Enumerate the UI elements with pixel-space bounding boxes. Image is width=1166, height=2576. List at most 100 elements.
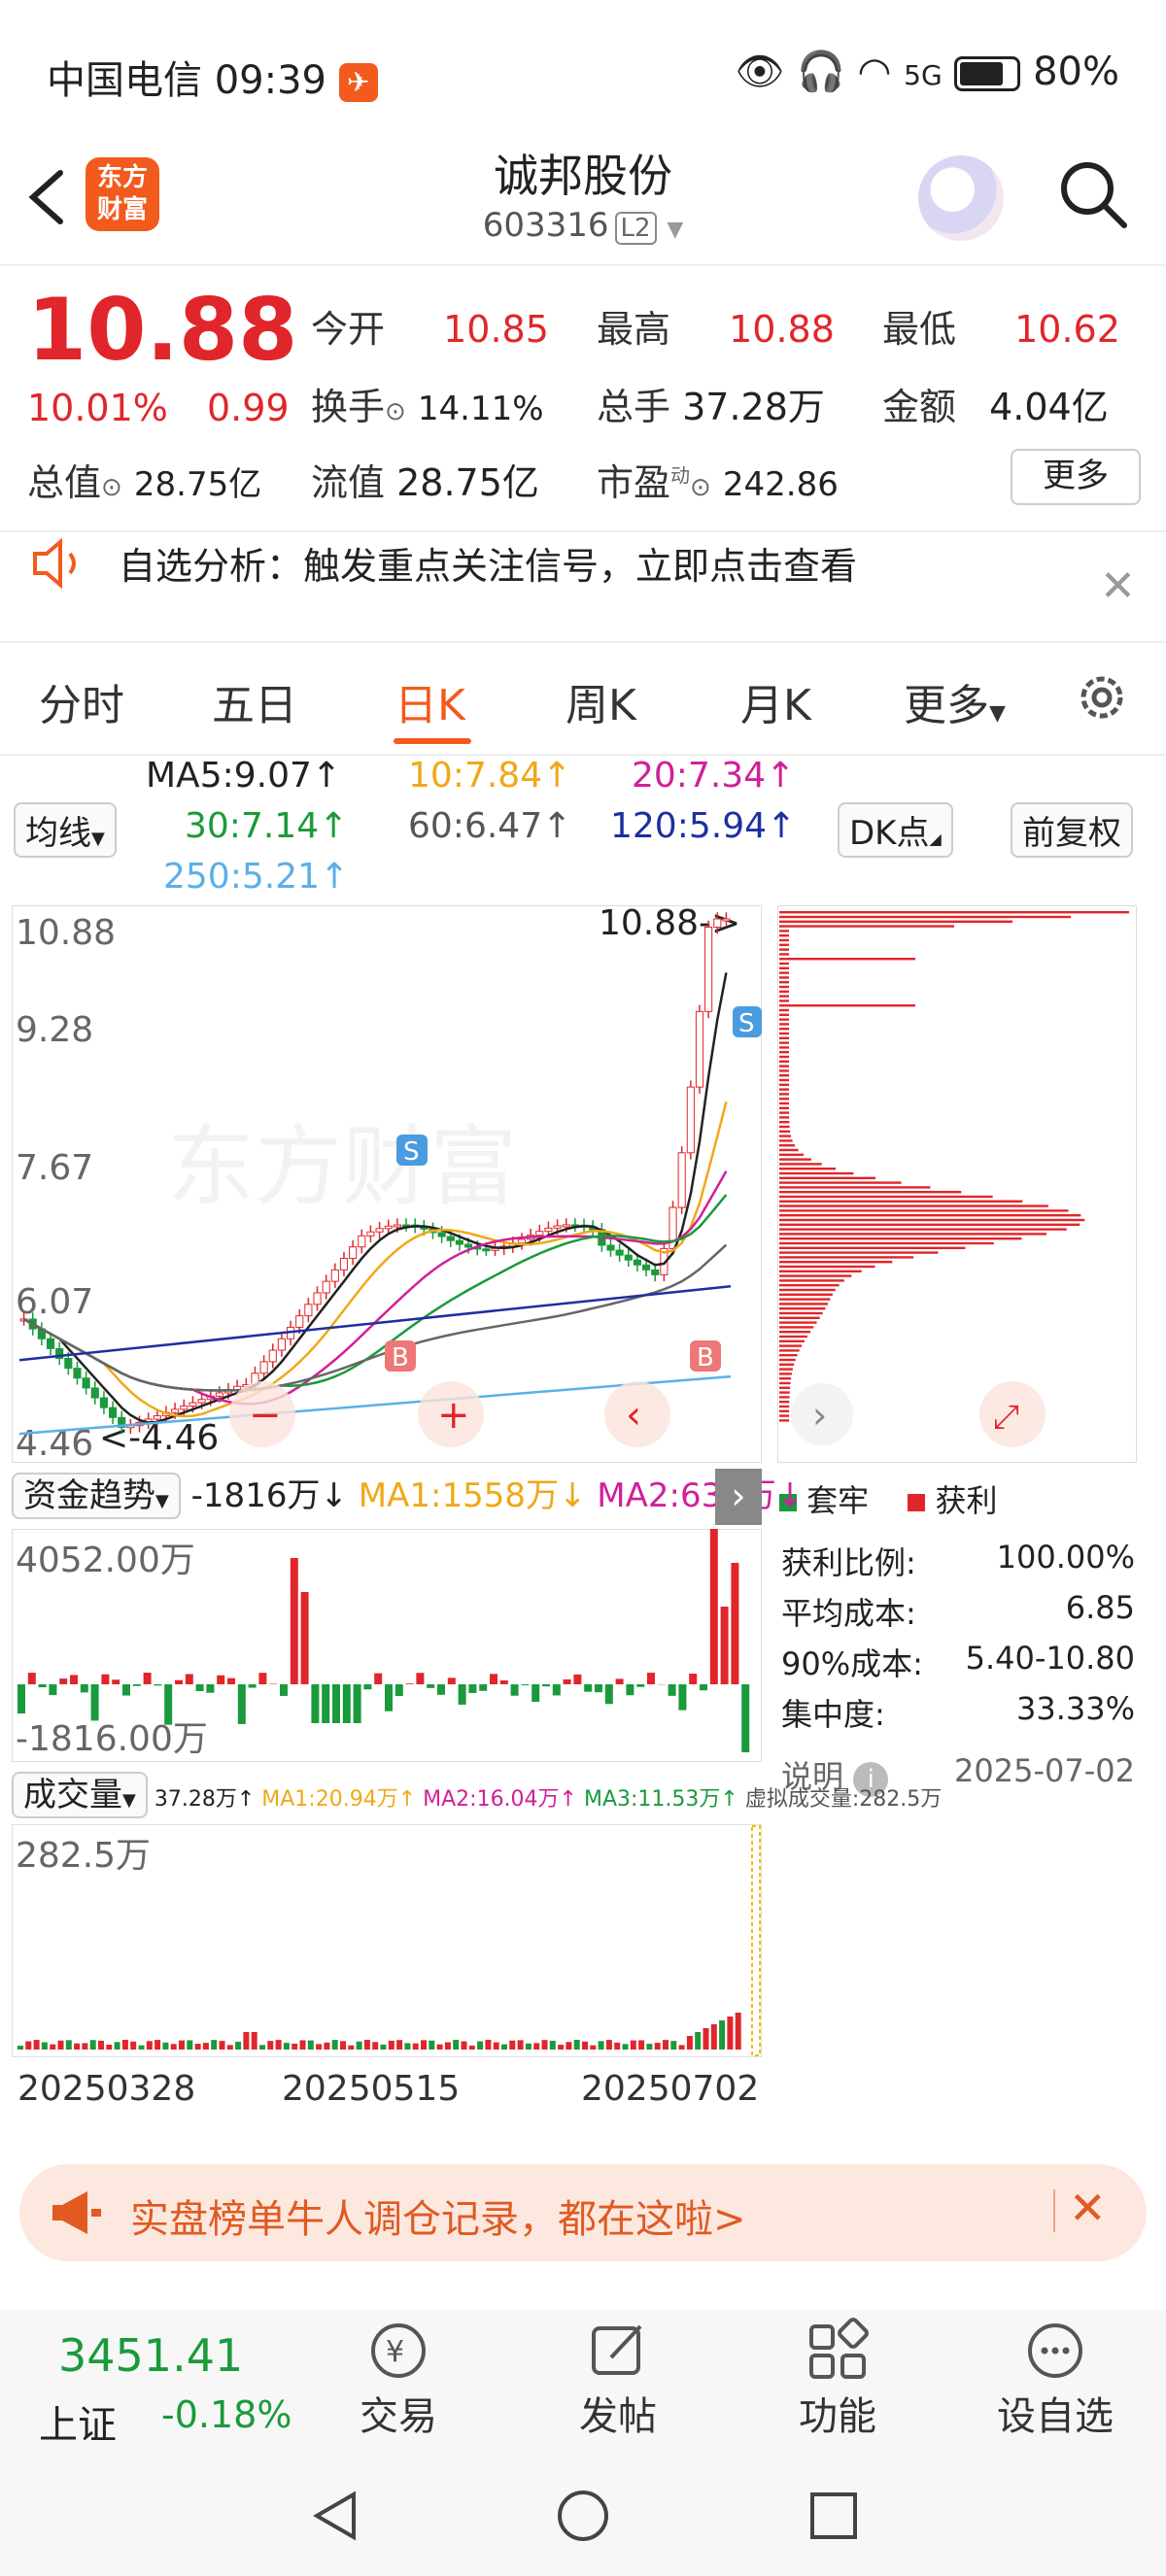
chip-bar bbox=[779, 1246, 966, 1249]
flow-bar bbox=[38, 1684, 47, 1688]
candle bbox=[349, 1246, 358, 1260]
chip-concentration-value: 33.33% bbox=[1015, 1690, 1135, 1727]
index-change[interactable]: -0.18% bbox=[161, 2393, 292, 2436]
candle bbox=[544, 1227, 553, 1233]
candle bbox=[90, 1387, 99, 1399]
volume-bar bbox=[663, 2040, 669, 2050]
chip-bar bbox=[779, 1209, 1069, 1212]
indicator-next-button[interactable]: › bbox=[715, 1469, 762, 1525]
volume-bar bbox=[710, 2024, 717, 2050]
carrier-label: 中国电信 bbox=[47, 58, 202, 103]
volume-bar bbox=[299, 2040, 306, 2050]
flow-bar bbox=[185, 1674, 193, 1684]
banner-text[interactable]: 实盘榜单牛人调仓记录，都在这啦> bbox=[130, 2187, 746, 2244]
search-button[interactable] bbox=[1054, 155, 1132, 233]
back-button[interactable] bbox=[21, 153, 80, 241]
tab-monthly-k[interactable]: 月K bbox=[740, 670, 811, 732]
trade-button[interactable]: 交易 bbox=[301, 2385, 496, 2441]
chip-bar bbox=[779, 1153, 805, 1156]
chip-bar bbox=[779, 1046, 789, 1049]
volume-value: 37.28万 bbox=[682, 386, 825, 428]
flow-selector[interactable]: 资金趋势▼ bbox=[12, 1473, 181, 1519]
volume-bar bbox=[558, 2045, 565, 2050]
candlestick-chart[interactable]: 东方财富 10.88 9.28 7.67 6.07 4.46 10.88-> <… bbox=[11, 903, 763, 1464]
volume-svg: 282.5万 bbox=[11, 1823, 763, 2058]
index-value[interactable]: 3451.41 bbox=[58, 2329, 243, 2382]
volume-selector[interactable]: 成交量▼ bbox=[12, 1772, 148, 1818]
chip-bar bbox=[779, 1381, 791, 1385]
search-icon bbox=[1061, 162, 1127, 228]
candle bbox=[313, 1292, 322, 1305]
tab-five-day[interactable]: 五日 bbox=[212, 670, 297, 732]
pe-value: 242.86 bbox=[722, 465, 839, 504]
candle bbox=[517, 1238, 527, 1244]
chevron-right-icon: › bbox=[731, 1474, 746, 1517]
nav-home-icon[interactable] bbox=[556, 2489, 610, 2547]
gear-icon[interactable] bbox=[1073, 668, 1131, 730]
forward-adjust-button[interactable]: 前复权 bbox=[1011, 802, 1133, 858]
index-name[interactable]: 上证 bbox=[39, 2393, 117, 2450]
flow-bar bbox=[17, 1684, 25, 1713]
notice-text[interactable]: 自选分析：触发重点关注信号，立即点击查看 bbox=[119, 536, 857, 590]
chip-bar bbox=[779, 1303, 828, 1305]
volume-bar bbox=[363, 2040, 370, 2050]
profit-legend-label: 获利 bbox=[935, 1482, 998, 1519]
change-amount: 0.99 bbox=[207, 387, 290, 429]
tab-weekly-k[interactable]: 周K bbox=[566, 670, 636, 732]
candle bbox=[535, 1231, 544, 1237]
flow-bar bbox=[363, 1684, 372, 1690]
more-quote-button[interactable]: 更多 bbox=[1011, 449, 1141, 505]
close-icon[interactable]: ✕ bbox=[1100, 561, 1136, 611]
nav-recents-icon[interactable] bbox=[806, 2489, 861, 2547]
chip-bar bbox=[779, 1181, 902, 1184]
y-label-top: 10.88 bbox=[16, 913, 116, 953]
tab-daily-k[interactable]: 日K bbox=[394, 670, 465, 732]
y-label-3: 7.67 bbox=[16, 1148, 93, 1188]
ma-type-dropdown[interactable]: 均线▼ bbox=[14, 802, 117, 858]
sell-marker: S bbox=[403, 1137, 420, 1167]
nav-back-icon[interactable] bbox=[309, 2489, 363, 2547]
dk-point-button[interactable]: DK点◢ bbox=[838, 802, 953, 858]
flow-ma1: MA1:1558万↓ bbox=[358, 1476, 587, 1515]
chip-bar bbox=[779, 958, 915, 961]
flow-bar bbox=[112, 1679, 120, 1684]
stock-code: 603316 bbox=[482, 206, 609, 245]
volume-bar bbox=[138, 2045, 145, 2050]
wifi-icon: ◠ bbox=[857, 50, 892, 94]
info-icon: ⊙ bbox=[690, 473, 711, 502]
caret-down-icon: ▼ bbox=[155, 1491, 169, 1511]
tab-more[interactable]: 更多▼ bbox=[904, 670, 1006, 732]
chip-bar bbox=[779, 1401, 790, 1404]
volume-bar bbox=[727, 2017, 734, 2050]
flow-bar bbox=[447, 1678, 456, 1684]
close-icon[interactable]: ✕ bbox=[1069, 2182, 1107, 2234]
functions-button[interactable]: 功能 bbox=[740, 2385, 935, 2441]
chip-bar bbox=[779, 1288, 836, 1292]
candle bbox=[722, 918, 731, 922]
chip-bar bbox=[779, 1307, 826, 1310]
plus-icon: + bbox=[437, 1393, 470, 1438]
tab-more-label: 更多 bbox=[904, 681, 989, 730]
minus-icon: − bbox=[249, 1393, 282, 1438]
chip-bar bbox=[779, 1349, 800, 1352]
robot-assistant-avatar[interactable] bbox=[918, 155, 1004, 241]
candle bbox=[180, 1405, 189, 1410]
caret-down-icon: ▼ bbox=[91, 829, 105, 849]
stock-code-row[interactable]: 603316 L2 ▼ bbox=[389, 206, 777, 245]
volume-bar bbox=[485, 2040, 492, 2050]
tab-intraday[interactable]: 分时 bbox=[39, 670, 124, 732]
volume-bar bbox=[404, 2043, 411, 2050]
fund-flow-chart: 4052.00万 -1816.00万 bbox=[11, 1528, 763, 1763]
volume-bar bbox=[686, 2036, 693, 2050]
chip-bar bbox=[779, 1106, 790, 1109]
volume-bar bbox=[356, 2041, 362, 2050]
post-button[interactable]: 发帖 bbox=[521, 2385, 715, 2441]
app-logo[interactable]: 东方 财富 bbox=[86, 157, 159, 231]
volume-bar bbox=[98, 2040, 104, 2050]
chip-distribution[interactable]: › ⤢ bbox=[776, 904, 1138, 1464]
candle bbox=[615, 1249, 624, 1256]
buy-marker-2: B bbox=[697, 1343, 714, 1373]
add-watchlist-button[interactable]: 设自选 bbox=[958, 2385, 1152, 2441]
trap-legend-label: 套牢 bbox=[806, 1482, 870, 1519]
volume-bar bbox=[461, 2041, 467, 2050]
